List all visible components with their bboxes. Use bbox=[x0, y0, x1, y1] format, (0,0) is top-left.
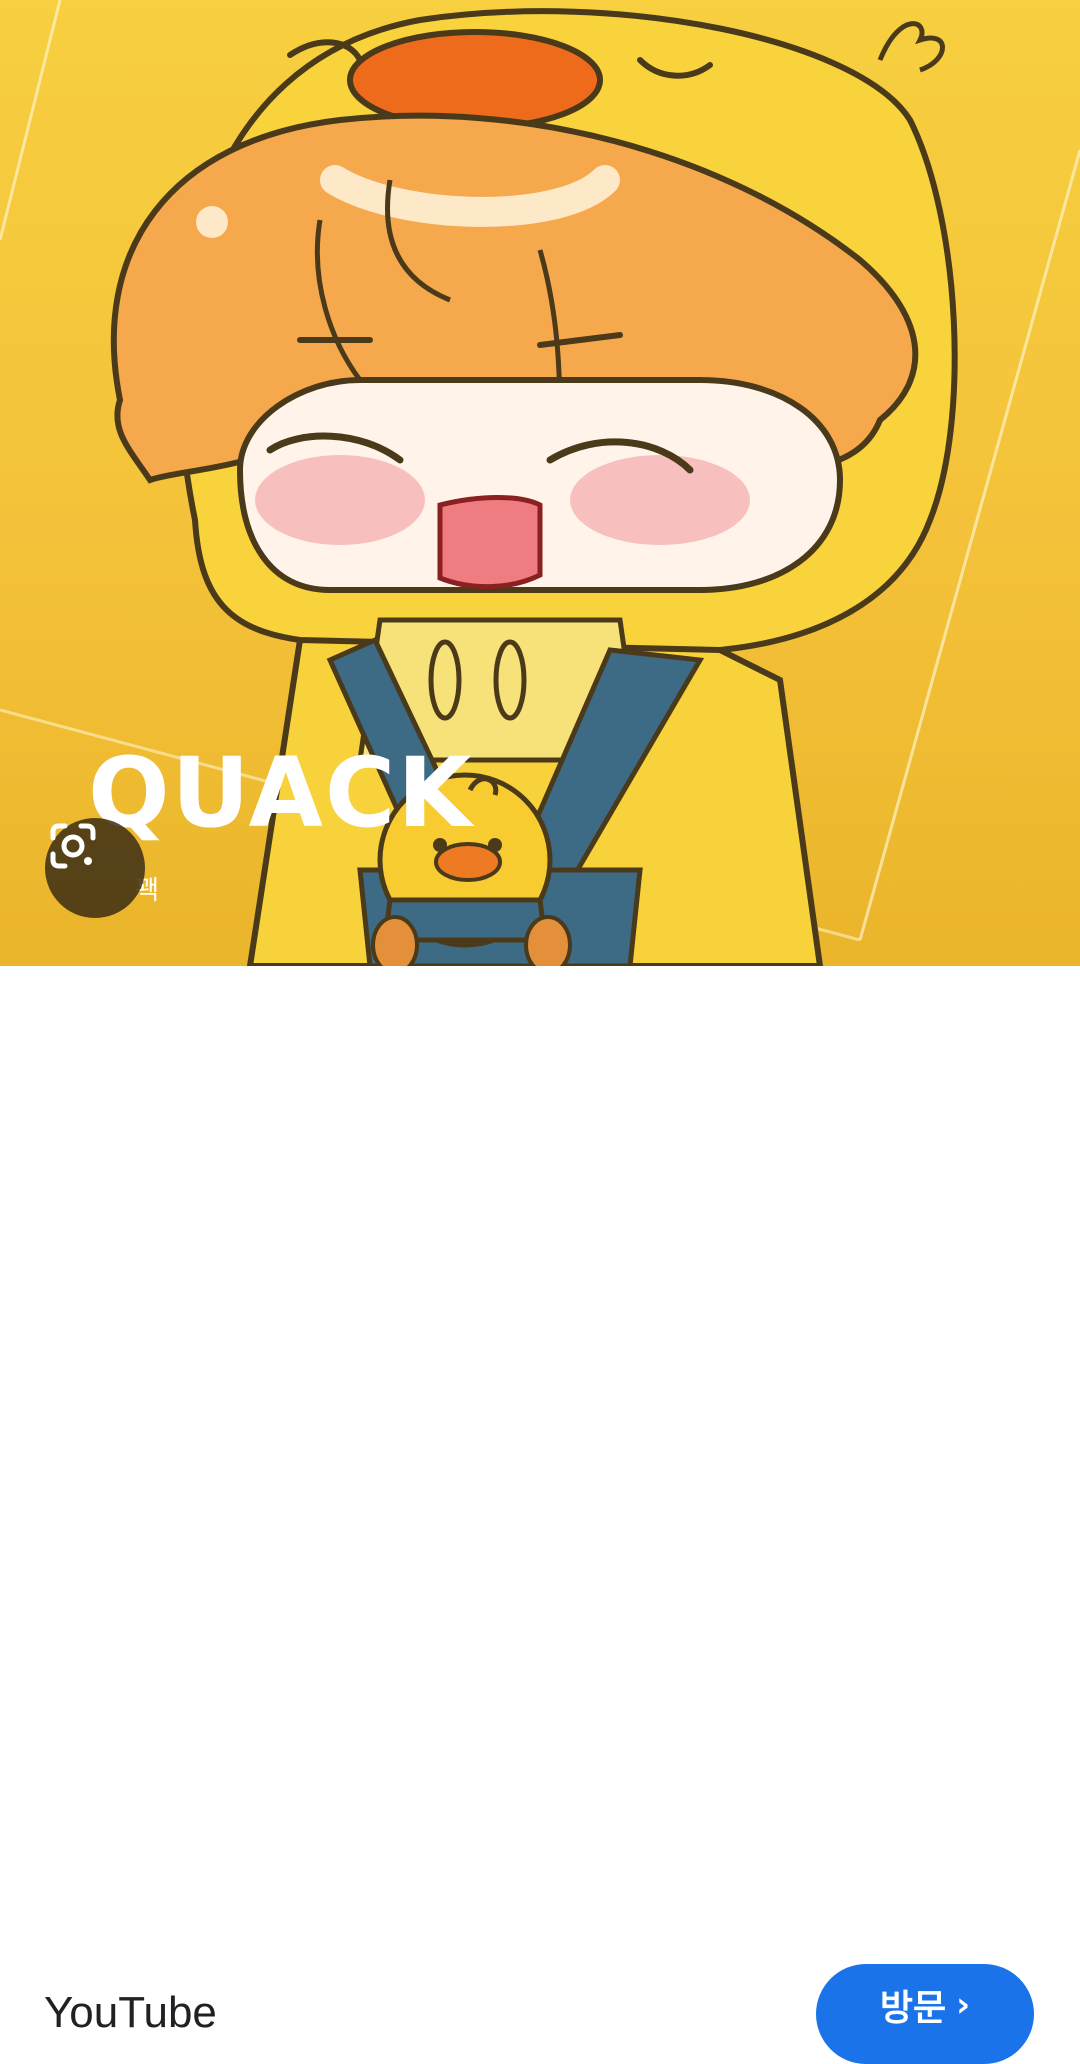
image-preview[interactable]: QUACK 꽥 bbox=[0, 0, 1080, 966]
result-footer: YouTube 방문 › bbox=[0, 966, 1080, 2064]
visit-button[interactable]: 방문 › bbox=[816, 1964, 1034, 2064]
image-title-text: QUACK bbox=[88, 737, 474, 849]
lens-button[interactable] bbox=[45, 818, 145, 918]
google-lens-icon bbox=[50, 823, 96, 869]
chevron-right-icon: › bbox=[956, 1985, 971, 2025]
visit-button-label: 방문 bbox=[879, 1988, 947, 2029]
source-name[interactable]: YouTube bbox=[44, 1988, 217, 2038]
